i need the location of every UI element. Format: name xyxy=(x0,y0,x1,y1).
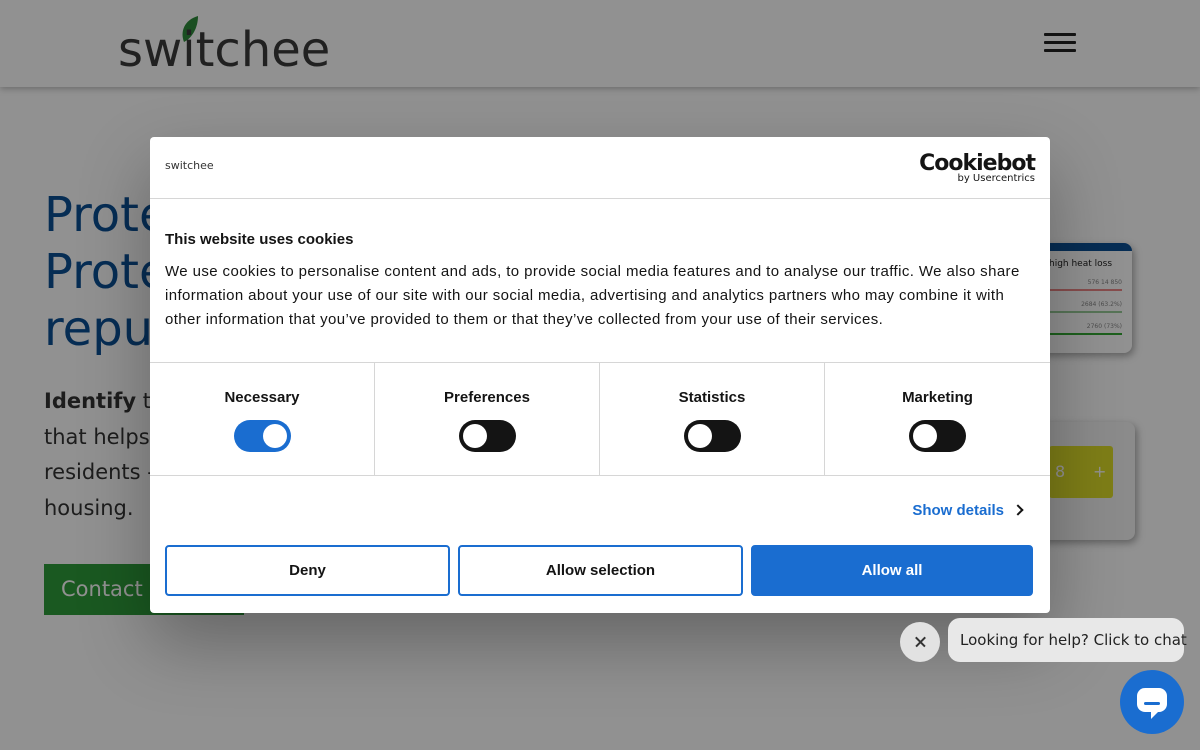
show-details-link[interactable]: Show details xyxy=(912,502,1024,519)
close-icon[interactable] xyxy=(900,622,940,662)
category-label: Preferences xyxy=(444,389,530,406)
category-label: Necessary xyxy=(224,389,300,406)
deny-button[interactable]: Deny xyxy=(165,545,450,596)
cookie-category-toggles: Necessary Preferences Statistics Marketi… xyxy=(150,362,1050,476)
dialog-title: This website uses cookies xyxy=(165,231,354,248)
category-label: Marketing xyxy=(902,389,973,406)
category-statistics: Statistics xyxy=(600,363,825,475)
allow-all-button[interactable]: Allow all xyxy=(751,545,1033,596)
dialog-header: switchee Cookiebot by Usercentrics xyxy=(150,137,1050,199)
chat-launcher-button[interactable] xyxy=(1120,670,1184,734)
category-marketing: Marketing xyxy=(825,363,1050,475)
necessary-toggle[interactable] xyxy=(234,420,291,452)
chevron-right-icon xyxy=(1012,504,1024,516)
category-label: Statistics xyxy=(678,389,746,406)
allow-selection-button[interactable]: Allow selection xyxy=(458,545,743,596)
show-details-label: Show details xyxy=(912,502,1004,519)
marketing-toggle[interactable] xyxy=(909,420,966,452)
category-necessary: Necessary xyxy=(150,363,375,475)
dialog-logo: switchee xyxy=(165,159,214,172)
category-preferences: Preferences xyxy=(375,363,600,475)
cookiebot-logo[interactable]: Cookiebot by Usercentrics xyxy=(919,151,1036,184)
chat-prompt-bubble[interactable]: Looking for help? Click to chat xyxy=(948,618,1187,662)
dialog-body: This website uses cookies We use cookies… xyxy=(165,231,1035,332)
statistics-toggle[interactable] xyxy=(684,420,741,452)
chat-bubble-icon xyxy=(1137,688,1167,719)
cookie-consent-dialog: switchee Cookiebot by Usercentrics This … xyxy=(150,137,1050,613)
dialog-description: We use cookies to personalise content an… xyxy=(165,263,1020,328)
preferences-toggle[interactable] xyxy=(459,420,516,452)
